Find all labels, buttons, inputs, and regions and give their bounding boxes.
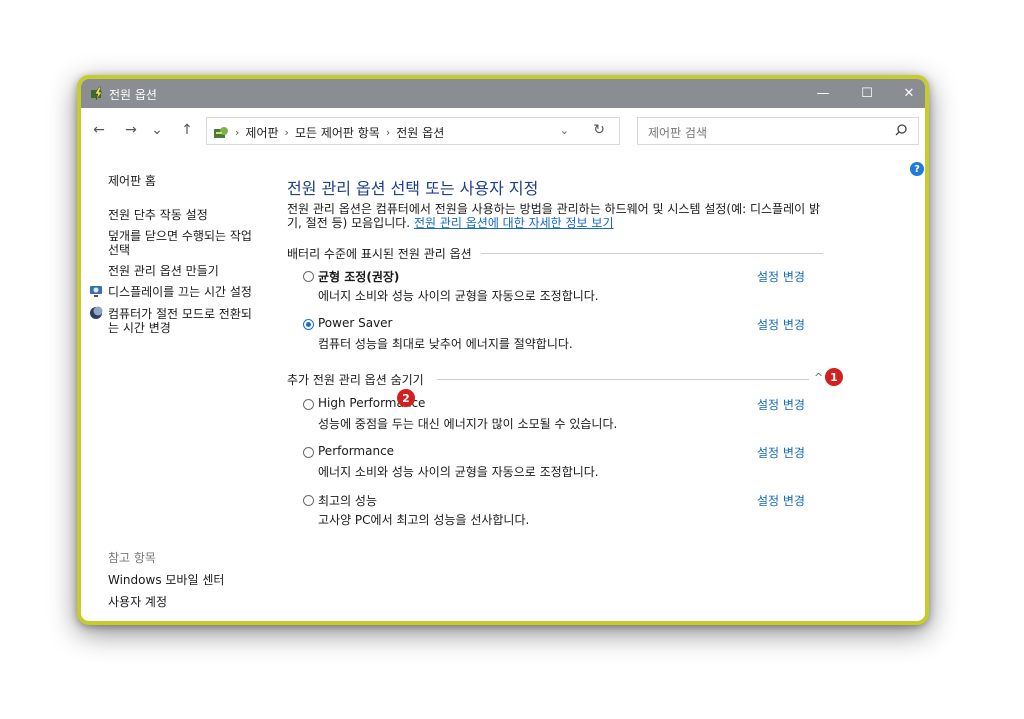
sidebar-item-power-buttons[interactable]: 전원 단추 작동 설정 xyxy=(108,208,208,222)
forward-arrow-icon: → xyxy=(125,122,137,138)
power-options-app-icon xyxy=(91,86,103,101)
plan-radio-high-performance[interactable] xyxy=(303,399,314,410)
close-button[interactable]: ✕ xyxy=(887,79,925,108)
page-description: 전원 관리 옵션은 컴퓨터에서 전원을 사용하는 방법을 관리하는 하드웨어 및… xyxy=(287,202,827,230)
up-arrow-icon: ↑ xyxy=(181,122,193,138)
window-title: 전원 옵션 xyxy=(109,88,157,102)
plan-name-ultimate-performance[interactable]: 최고의 성능 xyxy=(318,492,377,509)
section-divider xyxy=(437,379,809,380)
breadcrumb-separator: › xyxy=(385,126,391,139)
sidebar-item-create-plan[interactable]: 전원 관리 옵션 만들기 xyxy=(108,264,219,278)
sidebar-item-lid-close[interactable]: 덮개를 닫으면 수행되는 작업 선택 xyxy=(108,229,258,257)
search-icon[interactable] xyxy=(894,123,908,137)
search-placeholder: 제어판 검색 xyxy=(648,126,708,140)
help-icon[interactable]: ? xyxy=(910,162,924,176)
change-settings-link-balanced[interactable]: 설정 변경 xyxy=(757,268,805,285)
breadcrumb-power-options[interactable]: 전원 옵션 xyxy=(396,124,444,141)
navigation-bar: ← → ⌄ ↑ › 제어판 › 모든 제어판 항목 › 전원 옵션 ⌄ ↻ 제어 xyxy=(81,108,925,154)
breadcrumb-all-items[interactable]: 모든 제어판 항목 xyxy=(295,124,380,141)
change-settings-link-power-saver[interactable]: 설정 변경 xyxy=(757,316,805,333)
annotation-badge-2: 2 xyxy=(397,389,415,407)
back-button[interactable]: ← xyxy=(89,120,109,140)
sidebar-item-display-off[interactable]: 디스플레이를 끄는 시간 설정 xyxy=(108,285,252,299)
battery-section-label: 배터리 수준에 표시된 전원 관리 옵션 xyxy=(287,247,472,261)
sidebar-home-link[interactable]: 제어판 홈 xyxy=(108,174,156,188)
sidebar-item-sleep-time[interactable]: 컴퓨터가 절전 모드로 전환되는 시간 변경 xyxy=(108,307,258,335)
back-arrow-icon: ← xyxy=(93,122,105,138)
plan-desc-balanced: 에너지 소비와 성능 사이의 균형을 자동으로 조정합니다. xyxy=(318,289,599,303)
plan-radio-balanced[interactable] xyxy=(303,271,314,282)
change-settings-link-performance[interactable]: 설정 변경 xyxy=(757,444,805,461)
display-settings-icon xyxy=(90,286,102,297)
chevron-up-icon[interactable]: ^ xyxy=(814,371,823,384)
maximize-button[interactable]: ☐ xyxy=(845,79,889,108)
close-icon: ✕ xyxy=(903,86,915,101)
plan-radio-ultimate-performance[interactable] xyxy=(303,495,314,506)
plan-radio-power-saver[interactable] xyxy=(303,319,314,330)
plan-name-power-saver[interactable]: Power Saver xyxy=(318,316,392,330)
maximize-icon: ☐ xyxy=(861,86,873,101)
forward-button[interactable]: → xyxy=(121,120,141,140)
plan-desc-power-saver: 컴퓨터 성능을 최대로 낮추어 에너지를 절약합니다. xyxy=(318,337,573,351)
breadcrumb-separator: › xyxy=(235,126,240,139)
page-title: 전원 관리 옵션 선택 또는 사용자 지정 xyxy=(287,179,539,198)
see-also-heading: 참고 항목 xyxy=(108,551,156,565)
section-divider xyxy=(481,253,823,254)
chevron-down-icon: ⌄ xyxy=(151,122,163,138)
up-button[interactable]: ↑ xyxy=(177,120,197,140)
address-bar[interactable]: › 제어판 › 모든 제어판 항목 › 전원 옵션 ⌄ ↻ xyxy=(206,117,620,145)
plan-name-performance[interactable]: Performance xyxy=(318,444,394,458)
refresh-icon[interactable]: ↻ xyxy=(593,122,605,138)
power-options-window: 전원 옵션 — ☐ ✕ ← → ⌄ ↑ › 제어판 › 모든 제어판 항목 › … xyxy=(77,75,929,625)
extra-plans-toggle[interactable]: 추가 전원 관리 옵션 숨기기 xyxy=(287,371,424,388)
title-bar: 전원 옵션 — ☐ ✕ xyxy=(81,79,925,108)
minimize-icon: — xyxy=(816,86,830,101)
learn-more-link[interactable]: 전원 관리 옵션에 대한 자세한 정보 보기 xyxy=(414,216,614,230)
recent-locations-button[interactable]: ⌄ xyxy=(147,120,167,140)
plan-desc-high-performance: 성능에 중점을 두는 대신 에너지가 많이 소모될 수 있습니다. xyxy=(318,417,618,431)
address-dropdown-icon[interactable]: ⌄ xyxy=(560,124,569,137)
sleep-moon-icon xyxy=(90,306,103,319)
plan-name-balanced[interactable]: 균형 조정(권장) xyxy=(318,268,399,285)
plan-radio-performance[interactable] xyxy=(303,447,314,458)
breadcrumb-separator: › xyxy=(284,126,289,139)
change-settings-link-high-performance[interactable]: 설정 변경 xyxy=(757,396,805,413)
plan-desc-ultimate-performance: 고사양 PC에서 최고의 성능을 선사합니다. xyxy=(318,513,530,527)
minimize-button[interactable]: — xyxy=(801,79,845,108)
sidebar-item-mobility-center[interactable]: Windows 모바일 센터 xyxy=(108,573,224,587)
control-panel-icon xyxy=(214,126,228,138)
change-settings-link-ultimate-performance[interactable]: 설정 변경 xyxy=(757,492,805,509)
sidebar-item-user-accounts[interactable]: 사용자 계정 xyxy=(108,595,167,609)
breadcrumb-control-panel[interactable]: 제어판 xyxy=(245,124,278,141)
search-input[interactable]: 제어판 검색 xyxy=(637,117,919,145)
plan-desc-performance: 에너지 소비와 성능 사이의 균형을 자동으로 조정합니다. xyxy=(318,465,599,479)
annotation-badge-1: 1 xyxy=(825,368,843,386)
